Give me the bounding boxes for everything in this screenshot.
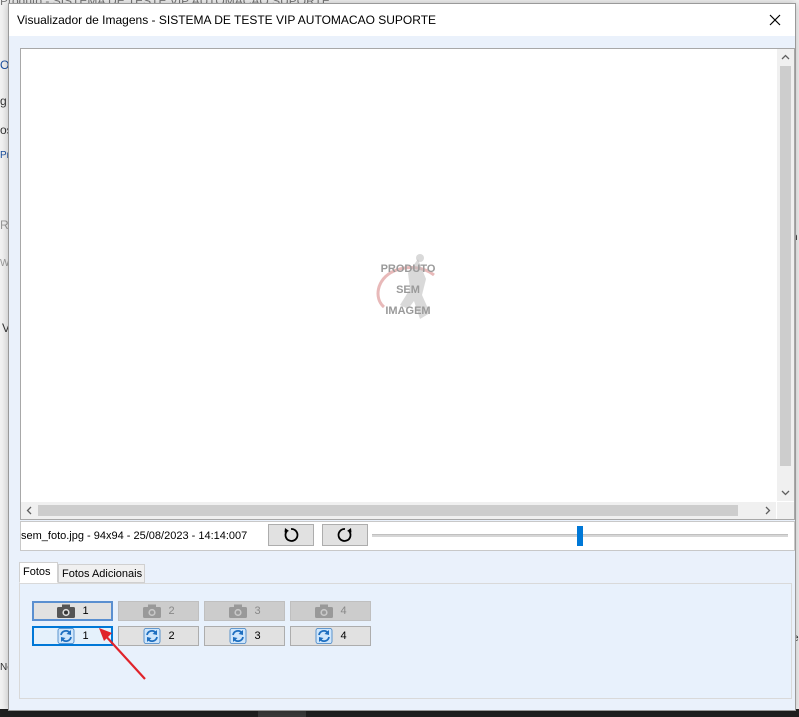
- refresh-slot-label: 1: [82, 630, 89, 642]
- camera-icon: [143, 604, 162, 618]
- vertical-scroll-thumb[interactable]: [780, 66, 791, 466]
- camera-icon: [57, 604, 76, 618]
- placeholder-text: PRODUTO: [380, 263, 436, 275]
- no-image-placeholder: PRODUTO SEM IMAGEM: [364, 249, 452, 325]
- scroll-up-button[interactable]: [777, 49, 794, 66]
- rotate-left-icon: [284, 528, 299, 542]
- chevron-right-icon: [765, 506, 771, 515]
- horizontal-scroll-thumb[interactable]: [38, 505, 738, 516]
- close-button[interactable]: [755, 4, 795, 36]
- placeholder-text: IMAGEM: [385, 305, 431, 317]
- image-canvas: PRODUTO SEM IMAGEM: [21, 49, 776, 501]
- dialog-title: Visualizador de Imagens - SISTEMA DE TES…: [17, 13, 437, 27]
- refresh-slot-button-2[interactable]: 2: [118, 626, 199, 646]
- image-viewport[interactable]: PRODUTO SEM IMAGEM: [20, 48, 795, 520]
- horizontal-scrollbar[interactable]: [21, 502, 776, 519]
- camera-icon: [229, 604, 248, 618]
- vertical-scrollbar[interactable]: [777, 49, 794, 501]
- refresh-slot-button-1[interactable]: 1: [32, 626, 113, 646]
- scroll-left-button[interactable]: [21, 502, 38, 519]
- zoom-slider[interactable]: [368, 522, 792, 548]
- photo-slot-label: 3: [254, 605, 261, 617]
- image-info-bar: sem_foto.jpg - 94x94 - 25/08/2023 - 14:1…: [20, 521, 795, 551]
- scroll-down-button[interactable]: [777, 484, 794, 501]
- chevron-up-icon: [781, 54, 790, 60]
- photo-slot-label: 2: [168, 605, 175, 617]
- photo-slot-button-2[interactable]: 2: [118, 601, 199, 621]
- photo-slot-button-3[interactable]: 3: [204, 601, 285, 621]
- photo-slot-label: 4: [340, 605, 347, 617]
- camera-icon: [315, 604, 334, 618]
- chevron-left-icon: [26, 506, 32, 515]
- refresh-slot-button-3[interactable]: 3: [204, 626, 285, 646]
- refresh-icon: [58, 628, 75, 644]
- refresh-icon: [144, 628, 161, 644]
- tab-fotos-adicionais[interactable]: Fotos Adicionais: [58, 564, 145, 583]
- title-bar[interactable]: Visualizador de Imagens - SISTEMA DE TES…: [9, 4, 795, 36]
- placeholder-text: SEM: [396, 284, 420, 296]
- rotate-right-icon: [337, 528, 352, 542]
- tab-panel-fotos: 1 2 3 4 1 2 3 4: [19, 583, 792, 699]
- close-icon: [769, 14, 781, 26]
- refresh-slot-label: 4: [340, 630, 347, 642]
- photo-slot-label: 1: [82, 605, 89, 617]
- photo-slot-button-1[interactable]: 1: [32, 601, 113, 621]
- refresh-slot-button-4[interactable]: 4: [290, 626, 371, 646]
- dialog-client-area: PRODUTO SEM IMAGEM sem_foto.jpg - 94x94 …: [9, 36, 795, 710]
- zoom-slider-thumb[interactable]: [577, 526, 583, 546]
- chevron-down-icon: [781, 490, 790, 496]
- photo-slot-button-4[interactable]: 4: [290, 601, 371, 621]
- refresh-icon: [230, 628, 247, 644]
- background-glyph: g: [0, 94, 7, 108]
- refresh-slot-label: 3: [254, 630, 261, 642]
- file-info-label: sem_foto.jpg - 94x94 - 25/08/2023 - 14:1…: [21, 530, 248, 542]
- rotate-right-button[interactable]: [322, 524, 368, 546]
- scroll-right-button[interactable]: [759, 502, 776, 519]
- rotate-left-button[interactable]: [268, 524, 314, 546]
- refresh-slot-label: 2: [168, 630, 175, 642]
- tab-fotos[interactable]: Fotos: [19, 562, 58, 583]
- image-viewer-dialog: Visualizador de Imagens - SISTEMA DE TES…: [8, 3, 796, 711]
- scrollbar-corner: [777, 502, 794, 519]
- refresh-icon: [316, 628, 333, 644]
